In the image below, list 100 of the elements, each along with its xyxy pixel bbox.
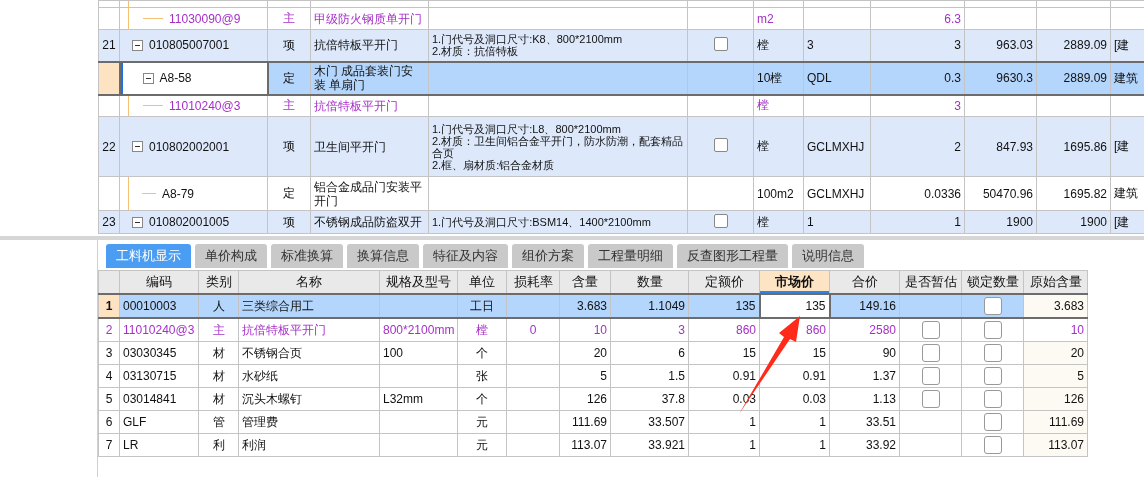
table-cell: 1.1049 bbox=[610, 294, 689, 318]
code-text: 010802002001 bbox=[149, 139, 230, 154]
table-cell: 1 bbox=[688, 433, 760, 457]
table-cell: 1 bbox=[688, 410, 760, 434]
table-cell: 1 bbox=[759, 410, 830, 434]
row-number: 7 bbox=[98, 433, 120, 457]
tab[interactable]: 标准换算 bbox=[271, 244, 343, 268]
table-cell-text: 1.门代号及洞口尺寸:K8、800*2100mm 2.材质：抗倍特板 bbox=[432, 33, 624, 58]
table-cell: 2580 bbox=[829, 318, 900, 342]
table-cell: 6 bbox=[610, 341, 689, 365]
table-cell: 樘 bbox=[457, 318, 507, 342]
column-header[interactable]: 含量 bbox=[559, 270, 611, 294]
table-cell: 0.3 bbox=[870, 61, 965, 95]
tab[interactable]: 反查图形工程量 bbox=[677, 244, 788, 268]
checkbox[interactable] bbox=[983, 390, 1002, 408]
table-cell: GLF bbox=[119, 410, 199, 434]
column-header[interactable]: 类别 bbox=[198, 270, 239, 294]
table-cell: 水砂纸 bbox=[238, 364, 380, 388]
table-cell: 1695.82 bbox=[1036, 176, 1111, 211]
row-number: 6 bbox=[98, 410, 120, 434]
table-cell: 90 bbox=[829, 341, 900, 365]
table-cell: 135 bbox=[688, 294, 760, 318]
table-cell: 主 bbox=[198, 318, 239, 342]
table-cell: 5 bbox=[559, 364, 611, 388]
table-cell: 847.93 bbox=[964, 116, 1037, 177]
tab[interactable]: 说明信息 bbox=[792, 244, 864, 268]
table-cell: 50470.96 bbox=[964, 176, 1037, 211]
row-number: 3 bbox=[98, 341, 120, 365]
table-cell: 主 bbox=[267, 94, 311, 117]
column-header[interactable]: 合价 bbox=[829, 270, 900, 294]
checkbox[interactable] bbox=[921, 390, 940, 408]
row-number: 5 bbox=[98, 387, 120, 411]
table-cell: 100 bbox=[379, 341, 458, 365]
table-cell: 项 bbox=[267, 116, 311, 177]
table-cell: 15 bbox=[688, 341, 760, 365]
code-text: 010805007001 bbox=[149, 38, 230, 53]
row-number: 21 bbox=[98, 29, 120, 62]
table-cell: 3.683 bbox=[1023, 294, 1088, 318]
tab[interactable]: 换算信息 bbox=[347, 244, 419, 268]
table-cell: QDL bbox=[803, 61, 871, 95]
table-cell: 2 bbox=[870, 116, 965, 177]
column-header[interactable]: 锁定数量 bbox=[961, 270, 1024, 294]
checkbox[interactable] bbox=[713, 213, 728, 228]
checkbox[interactable] bbox=[921, 321, 940, 339]
table-cell: 33.507 bbox=[610, 410, 689, 434]
checkbox[interactable] bbox=[921, 367, 940, 385]
table-cell: 1.5 bbox=[610, 364, 689, 388]
tab[interactable]: 单价构成 bbox=[195, 244, 267, 268]
table-cell: 0 bbox=[506, 318, 560, 342]
input-field[interactable]: 135 bbox=[759, 294, 830, 318]
table-cell: 1.13 bbox=[829, 387, 900, 411]
table-cell: 樘 bbox=[753, 94, 804, 117]
checkbox[interactable] bbox=[713, 138, 728, 152]
code-text: 11030090@9 bbox=[169, 11, 241, 26]
checkbox[interactable] bbox=[983, 321, 1002, 339]
checkbox[interactable] bbox=[921, 344, 940, 362]
table-cell: 张 bbox=[457, 364, 507, 388]
checkbox[interactable] bbox=[983, 344, 1002, 362]
table-cell: 材 bbox=[198, 387, 239, 411]
column-header[interactable]: 损耗率 bbox=[506, 270, 560, 294]
row-number: 2 bbox=[98, 318, 120, 342]
table-cell: GCLMXHJ bbox=[803, 176, 871, 211]
tab[interactable]: 组价方案 bbox=[512, 244, 584, 268]
table-cell: 03130715 bbox=[119, 364, 199, 388]
column-header[interactable]: 编码 bbox=[119, 270, 199, 294]
table-cell: 樘 bbox=[753, 116, 804, 177]
table-cell-text: 抗倍特板平开门 bbox=[314, 98, 399, 113]
collapse-icon[interactable] bbox=[132, 39, 143, 51]
tab[interactable]: 特征及内容 bbox=[423, 244, 508, 268]
column-header[interactable]: 原始含量 bbox=[1023, 270, 1088, 294]
column-header[interactable]: 市场价 bbox=[759, 270, 830, 294]
tab[interactable]: 工程量明细 bbox=[588, 244, 673, 268]
table-cell: GCLMXHJ bbox=[803, 116, 871, 177]
table-cell: 个 bbox=[457, 341, 507, 365]
table-cell-text: 木门 成品套装门安装 单扇门 bbox=[314, 64, 415, 92]
table-cell: 管 bbox=[198, 410, 239, 434]
checkbox[interactable] bbox=[983, 297, 1002, 315]
table-cell: 37.8 bbox=[610, 387, 689, 411]
row-number: 4 bbox=[98, 364, 120, 388]
table-cell: 主 bbox=[267, 7, 311, 30]
column-header[interactable]: 规格及型号 bbox=[379, 270, 458, 294]
column-header[interactable]: 单位 bbox=[457, 270, 507, 294]
checkbox[interactable] bbox=[713, 36, 728, 51]
collapse-icon[interactable] bbox=[142, 72, 154, 84]
table-cell: 管理费 bbox=[238, 410, 380, 434]
table-cell: 材 bbox=[198, 341, 239, 365]
checkbox[interactable] bbox=[983, 436, 1002, 454]
row-number: 23 bbox=[98, 210, 120, 234]
table-cell: 33.92 bbox=[829, 433, 900, 457]
table-cell: 0.03 bbox=[759, 387, 830, 411]
collapse-icon[interactable] bbox=[132, 216, 143, 228]
column-header[interactable]: 数量 bbox=[610, 270, 689, 294]
column-header[interactable]: 是否暂估 bbox=[899, 270, 962, 294]
table-cell: 860 bbox=[688, 318, 760, 342]
table-cell-text: 抗倍特板平开门 bbox=[314, 38, 399, 53]
collapse-icon[interactable] bbox=[132, 141, 143, 152]
checkbox[interactable] bbox=[983, 413, 1002, 431]
checkbox[interactable] bbox=[983, 367, 1002, 385]
column-header[interactable]: 定额价 bbox=[688, 270, 760, 294]
column-header[interactable]: 名称 bbox=[238, 270, 380, 294]
